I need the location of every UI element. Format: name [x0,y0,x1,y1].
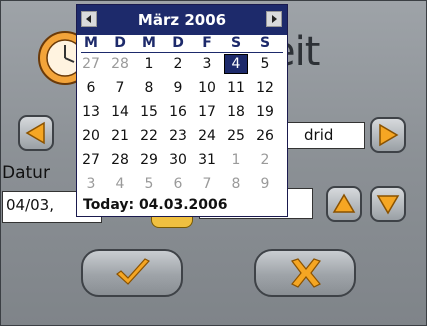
calendar-day[interactable]: 29 [137,150,161,170]
calendar-day[interactable]: 17 [195,102,219,122]
calendar-day[interactable]: 1 [224,150,248,170]
date-label: Datur [2,163,50,183]
calendar-day[interactable]: 15 [137,102,161,122]
orange-arrow-left-icon [25,121,45,145]
calendar-day[interactable]: 21 [108,126,132,146]
weekday-label: D [114,35,126,51]
calendar-day[interactable]: 1 [137,54,161,74]
calendar-day[interactable]: 23 [166,126,190,146]
calendar-day[interactable]: 2 [166,54,190,74]
calendar-day[interactable]: 20 [79,126,103,146]
calendar-month-title: März 2006 [137,11,227,29]
triangle-left-icon [86,15,91,23]
calendar-day[interactable]: 14 [108,102,132,122]
calendar-day-grid: 27 28 1 2 3 4 5 6 7 8 9 10 11 12 13 14 15 16 17 18 19 20 21 22 2… [77,53,287,203]
calendar-day[interactable]: 31 [195,150,219,170]
triangle-right-icon [272,15,277,23]
increase-time-button[interactable] [326,186,362,222]
calendar-day[interactable]: 10 [195,78,219,98]
calendar-day[interactable]: 3 [195,54,219,74]
calendar-day[interactable]: 6 [79,78,103,98]
calendar-day[interactable]: 25 [224,126,248,146]
city-value: drid [304,126,334,144]
orange-arrow-down-icon [376,195,400,215]
calendar-day-selected[interactable]: 4 [224,54,248,74]
next-city-button[interactable] [370,117,406,153]
calendar-day[interactable]: 3 [79,174,103,194]
previous-city-button[interactable] [18,115,54,151]
calendar-day[interactable]: 8 [224,174,248,194]
calendar-day[interactable]: 13 [79,102,103,122]
today-link[interactable]: Today: 04.03.2006 [83,197,228,213]
weekday-label: S [259,35,271,51]
date-value: 04/03, [6,196,54,214]
calendar-day[interactable]: 18 [224,102,248,122]
calendar-popup: März 2006 M D M D F S S 27 28 1 2 3 4 5 6 7 8 9 10 1… [76,4,288,217]
calendar-header: März 2006 [77,5,287,37]
calendar-day[interactable]: 28 [108,150,132,170]
calendar-day[interactable]: 7 [195,174,219,194]
x-icon [291,258,321,288]
calendar-day[interactable]: 5 [253,54,277,74]
cancel-button[interactable] [254,249,356,297]
calendar-day[interactable]: 26 [253,126,277,146]
calendar-day[interactable]: 11 [224,78,248,98]
next-month-button[interactable] [266,11,282,27]
time-settings-screen: eit drid Datur 04/03, März 2006 M D M D … [0,0,427,326]
calendar-day[interactable]: 9 [166,78,190,98]
weekday-label: M [84,35,98,51]
weekday-label: M [142,35,156,51]
weekday-header: M D M D F S S [77,35,287,51]
orange-arrow-up-icon [332,193,356,213]
calendar-day[interactable]: 28 [108,54,132,74]
calendar-day[interactable]: 4 [108,174,132,194]
calendar-day[interactable]: 27 [79,150,103,170]
weekday-label: F [202,35,212,51]
calendar-day[interactable]: 9 [253,174,277,194]
calendar-day[interactable]: 27 [79,54,103,74]
calendar-day[interactable]: 6 [166,174,190,194]
weekday-label: S [230,35,242,51]
calendar-day[interactable]: 2 [253,150,277,170]
orange-arrow-right-icon [379,123,399,147]
calendar-day[interactable]: 22 [137,126,161,146]
calendar-day[interactable]: 30 [166,150,190,170]
calendar-day[interactable]: 16 [166,102,190,122]
decrease-time-button[interactable] [370,186,406,222]
calendar-day[interactable]: 8 [137,78,161,98]
calendar-day[interactable]: 24 [195,126,219,146]
ok-button[interactable] [81,249,183,297]
prev-month-button[interactable] [81,11,97,27]
calendar-day[interactable]: 12 [253,78,277,98]
calendar-day[interactable]: 19 [253,102,277,122]
calendar-day[interactable]: 5 [137,174,161,194]
checkmark-icon [116,258,150,285]
calendar-day[interactable]: 7 [108,78,132,98]
weekday-label: D [172,35,184,51]
